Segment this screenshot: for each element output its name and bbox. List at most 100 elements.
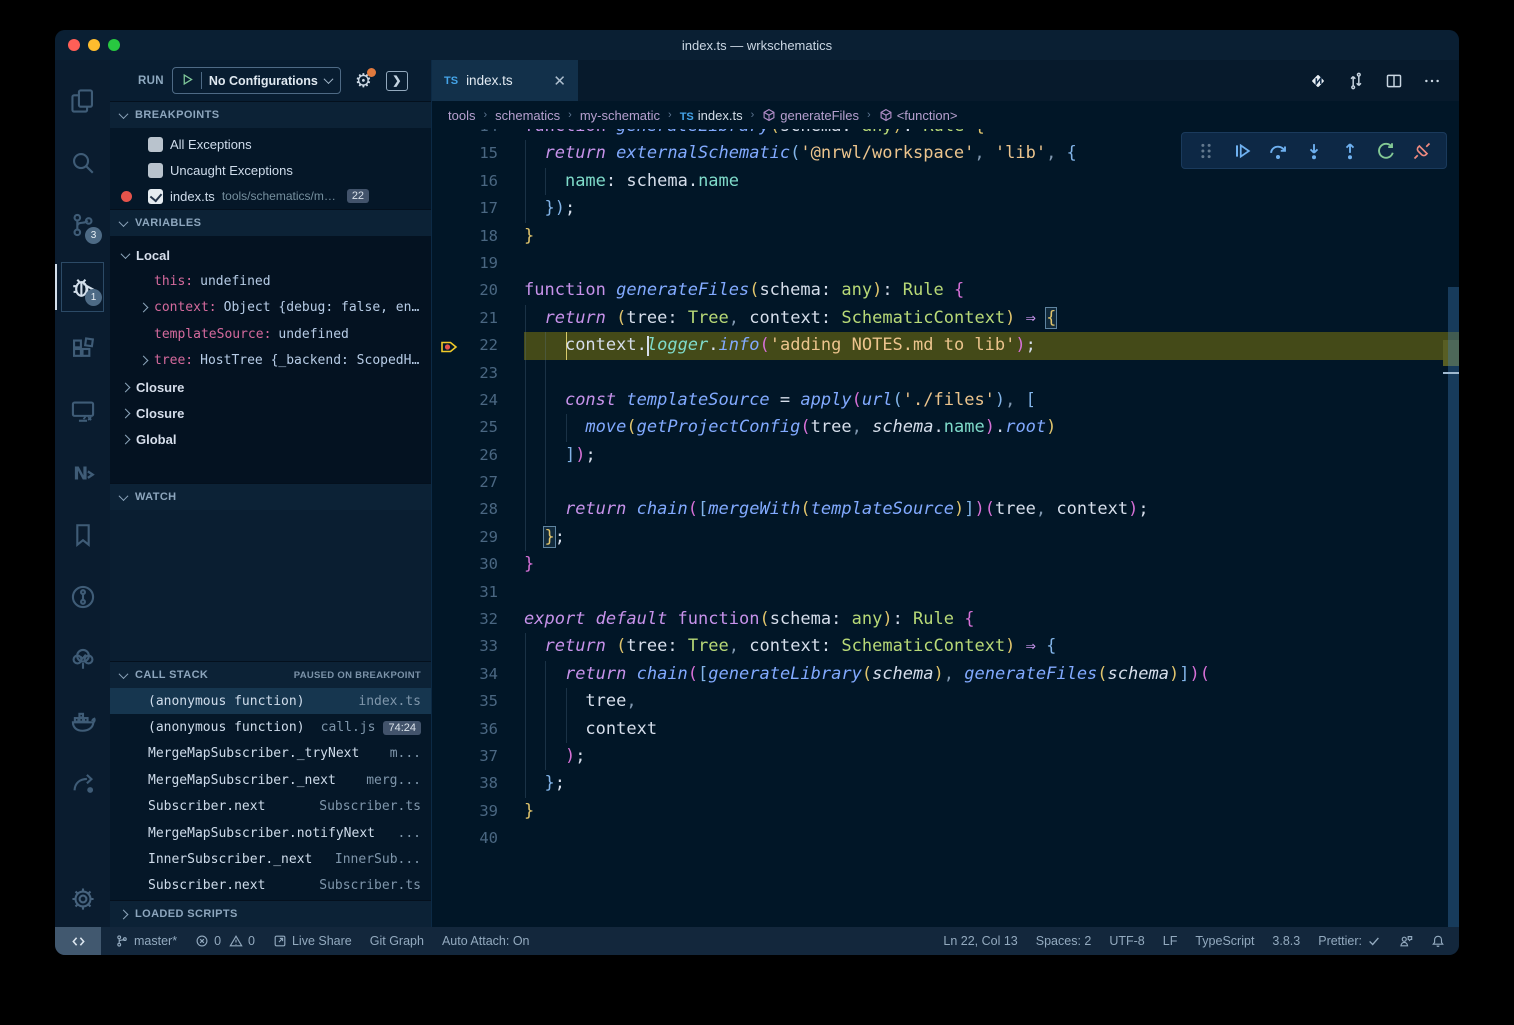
variables-scope-row[interactable]: Closure bbox=[110, 374, 431, 400]
line-number[interactable]: 25 bbox=[432, 414, 524, 441]
line-number[interactable]: 20 bbox=[432, 277, 524, 304]
line-number[interactable]: 32 bbox=[432, 606, 524, 633]
line-number[interactable]: 28 bbox=[432, 496, 524, 523]
status-item-lf[interactable]: LF bbox=[1163, 934, 1178, 948]
code-line-31[interactable]: 31 bbox=[432, 579, 1459, 606]
breadcrumb-item[interactable]: generateFiles bbox=[762, 108, 859, 123]
activity-item-remote-explorer[interactable] bbox=[55, 380, 110, 442]
code-line-35[interactable]: 35 tree, bbox=[432, 688, 1459, 715]
close-tab-icon[interactable]: ✕ bbox=[553, 72, 566, 90]
status-item-typescript[interactable]: TypeScript bbox=[1195, 934, 1254, 948]
status-item-auto-attach-on[interactable]: Auto Attach: On bbox=[442, 934, 530, 948]
status-item-git-graph[interactable]: Git Graph bbox=[370, 934, 424, 948]
status-item-live-share[interactable]: Live Share bbox=[273, 934, 352, 948]
variable-row[interactable]: context:Object {debug: false, en… bbox=[110, 295, 431, 321]
activity-item-gitlens[interactable] bbox=[55, 566, 110, 628]
editor-scrollbar[interactable] bbox=[1443, 129, 1459, 927]
line-number[interactable]: 31 bbox=[432, 579, 524, 606]
code-line-34[interactable]: 34 return chain([generateLibrary(schema)… bbox=[432, 661, 1459, 688]
variables-scope-row[interactable]: Closure bbox=[110, 400, 431, 426]
code-line-26[interactable]: 26 ]); bbox=[432, 442, 1459, 469]
step-into-button[interactable] bbox=[1298, 136, 1330, 166]
line-number[interactable]: 17 bbox=[432, 195, 524, 222]
activity-item-settings[interactable] bbox=[55, 871, 110, 927]
scrollbar-thumb[interactable] bbox=[1448, 287, 1459, 927]
breakpoint-row[interactable]: Uncaught Exceptions bbox=[110, 157, 431, 183]
launch-config-dropdown[interactable]: No Configurations bbox=[172, 67, 341, 94]
compare-changes-icon[interactable] bbox=[1347, 72, 1365, 90]
line-number[interactable]: 26 bbox=[432, 442, 524, 469]
call-stack-frame[interactable]: (anonymous function)call.js74:24 bbox=[110, 714, 431, 740]
open-debug-console-icon[interactable]: ❯ bbox=[386, 71, 408, 91]
code-line-24[interactable]: 24 const templateSource = apply(url('./f… bbox=[432, 387, 1459, 414]
status-item-0[interactable]: 0 bbox=[195, 934, 221, 948]
line-number[interactable]: 18 bbox=[432, 223, 524, 250]
line-number[interactable]: 37 bbox=[432, 743, 524, 770]
code-line-40[interactable]: 40 bbox=[432, 825, 1459, 852]
breakpoint-row[interactable]: All Exceptions bbox=[110, 131, 431, 157]
call-stack-frame[interactable]: Subscriber.nextSubscriber.ts bbox=[110, 873, 431, 899]
more-actions-icon[interactable] bbox=[1423, 72, 1441, 90]
step-over-button[interactable] bbox=[1262, 136, 1294, 166]
breadcrumb-item[interactable]: schematics bbox=[495, 108, 560, 123]
call-stack-frame[interactable]: Subscriber.nextSubscriber.ts bbox=[110, 794, 431, 820]
call-stack-frame[interactable]: InnerSubscriber._nextInnerSub... bbox=[110, 846, 431, 872]
start-debug-icon[interactable] bbox=[181, 73, 194, 89]
code-line-27[interactable]: 27 bbox=[432, 469, 1459, 496]
status-item-spaces-2[interactable]: Spaces: 2 bbox=[1036, 934, 1092, 948]
variables-header[interactable]: VARIABLES bbox=[110, 209, 431, 236]
line-number[interactable]: 34 bbox=[432, 661, 524, 688]
breadcrumb-item[interactable]: my-schematic bbox=[580, 108, 660, 123]
split-editor-icon[interactable] bbox=[1385, 72, 1403, 90]
breakpoint-checkbox[interactable] bbox=[148, 189, 163, 204]
breakpoints-header[interactable]: BREAKPOINTS bbox=[110, 101, 431, 128]
step-out-button[interactable] bbox=[1334, 136, 1366, 166]
line-number[interactable]: 36 bbox=[432, 716, 524, 743]
variable-row[interactable]: tree:HostTree {_backend: ScopedH… bbox=[110, 348, 431, 374]
activity-item-live-share[interactable] bbox=[55, 752, 110, 814]
code-line-16[interactable]: 16 name: schema.name bbox=[432, 168, 1459, 195]
call-stack-frame[interactable]: MergeMapSubscriber._nextmerg... bbox=[110, 767, 431, 793]
line-number[interactable]: 39 bbox=[432, 798, 524, 825]
breadcrumb-item[interactable]: TSindex.ts bbox=[680, 108, 743, 123]
code-line-18[interactable]: 18} bbox=[432, 223, 1459, 250]
maximize-window-button[interactable] bbox=[108, 39, 120, 51]
code-editor[interactable]: 14function generateLibrary(schema: any):… bbox=[432, 129, 1459, 927]
line-number[interactable]: 30 bbox=[432, 551, 524, 578]
line-number[interactable]: 27 bbox=[432, 469, 524, 496]
line-number[interactable]: 21 bbox=[432, 305, 524, 332]
line-number[interactable]: 14 bbox=[432, 129, 524, 140]
breakpoint-checkbox[interactable] bbox=[148, 163, 163, 178]
loaded-scripts-header[interactable]: LOADED SCRIPTS bbox=[110, 900, 431, 927]
code-line-25[interactable]: 25 move(getProjectConfig(tree, schema.na… bbox=[432, 414, 1459, 441]
status-item-0[interactable]: 0 bbox=[229, 934, 255, 948]
minimize-window-button[interactable] bbox=[88, 39, 100, 51]
breakpoint-row[interactable]: index.tstools/schematics/my-sch...22 bbox=[110, 183, 431, 209]
status-item-utf-8[interactable]: UTF-8 bbox=[1109, 934, 1144, 948]
line-number[interactable]: 24 bbox=[432, 387, 524, 414]
line-number[interactable]: 35 bbox=[432, 688, 524, 715]
activity-item-source-control[interactable]: 3 bbox=[55, 194, 110, 256]
call-stack-header[interactable]: CALL STACK PAUSED ON BREAKPOINT bbox=[110, 661, 431, 688]
watch-header[interactable]: WATCH bbox=[110, 483, 431, 510]
variables-scope-row[interactable]: Global bbox=[110, 427, 431, 453]
tab-index-ts[interactable]: TS index.ts ✕ bbox=[432, 60, 578, 101]
status-item-feedback[interactable] bbox=[1399, 934, 1413, 948]
call-stack-frame[interactable]: MergeMapSubscriber._tryNextm... bbox=[110, 741, 431, 767]
line-number[interactable]: 38 bbox=[432, 770, 524, 797]
line-number[interactable]: 33 bbox=[432, 633, 524, 660]
status-item-3-8-3[interactable]: 3.8.3 bbox=[1272, 934, 1300, 948]
code-line-28[interactable]: 28 return chain([mergeWith(templateSourc… bbox=[432, 496, 1459, 523]
line-number[interactable]: 15 bbox=[432, 140, 524, 167]
line-number[interactable]: 19 bbox=[432, 250, 524, 277]
variables-scope-row[interactable]: Local bbox=[110, 242, 431, 268]
status-item-bell[interactable] bbox=[1431, 934, 1445, 948]
variable-row[interactable]: templateSource:undefined bbox=[110, 321, 431, 347]
line-number[interactable]: 16 bbox=[432, 168, 524, 195]
code-line-22[interactable]: 22 context.logger.info('adding NOTES.md … bbox=[432, 332, 1459, 359]
config-selected-value[interactable]: No Configurations bbox=[209, 74, 318, 88]
code-line-19[interactable]: 19 bbox=[432, 250, 1459, 277]
line-number[interactable]: 29 bbox=[432, 524, 524, 551]
activity-item-nx-console[interactable]: N bbox=[55, 442, 110, 504]
activity-item-extensions[interactable] bbox=[55, 318, 110, 380]
